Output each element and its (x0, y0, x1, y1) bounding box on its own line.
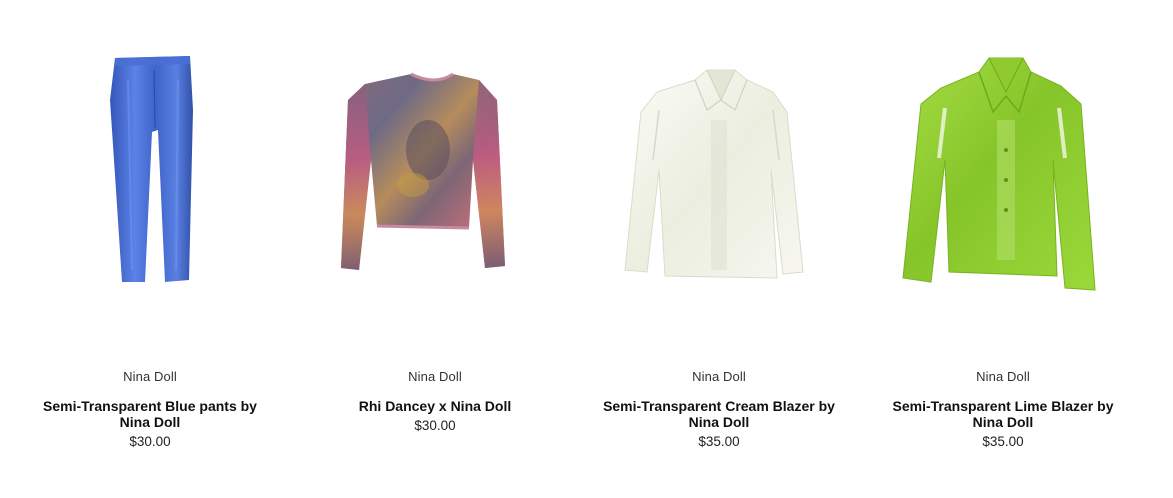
product-title[interactable]: Rhi Dancey x Nina Doll $30.00 (311, 398, 559, 434)
product-title[interactable]: Semi-Transparent Blue pants by Nina Doll… (26, 398, 274, 450)
product-brand[interactable]: Nina Doll (293, 369, 577, 384)
product-price: $35.00 (982, 434, 1024, 449)
product-grid: Nina Doll Semi-Transparent Blue pants by… (0, 0, 1173, 498)
product-title-text[interactable]: Semi-Transparent Cream Blazer by Nina Do… (603, 398, 835, 430)
product-title[interactable]: Semi-Transparent Lime Blazer by Nina Dol… (879, 398, 1127, 450)
blue-pants-image (110, 56, 193, 282)
product-brand[interactable]: Nina Doll (8, 369, 292, 384)
product-image-link[interactable] (293, 0, 577, 345)
product-card[interactable]: Nina Doll Semi-Transparent Cream Blazer … (577, 0, 861, 498)
product-image-link[interactable] (8, 0, 292, 345)
product-card[interactable]: Nina Doll Semi-Transparent Lime Blazer b… (861, 0, 1145, 498)
product-price: $35.00 (698, 434, 740, 449)
printed-longsleeve-top-image (341, 72, 505, 270)
lime-blazer-image (902, 57, 1096, 291)
product-brand[interactable]: Nina Doll (577, 369, 861, 384)
product-price: $30.00 (129, 434, 171, 449)
product-title-text[interactable]: Semi-Transparent Lime Blazer by Nina Dol… (893, 398, 1114, 430)
product-card[interactable]: Nina Doll Semi-Transparent Blue pants by… (8, 0, 292, 498)
product-image-link[interactable] (577, 0, 861, 345)
product-image-link[interactable] (861, 0, 1145, 345)
cream-blazer-image (624, 69, 804, 279)
product-card[interactable]: Nina Doll Rhi Dancey x Nina Doll $30.00 (293, 0, 577, 498)
product-title[interactable]: Semi-Transparent Cream Blazer by Nina Do… (595, 398, 843, 450)
product-price: $30.00 (414, 418, 456, 433)
product-title-text[interactable]: Rhi Dancey x Nina Doll (359, 398, 511, 414)
product-title-text[interactable]: Semi-Transparent Blue pants by Nina Doll (43, 398, 257, 430)
product-brand[interactable]: Nina Doll (861, 369, 1145, 384)
